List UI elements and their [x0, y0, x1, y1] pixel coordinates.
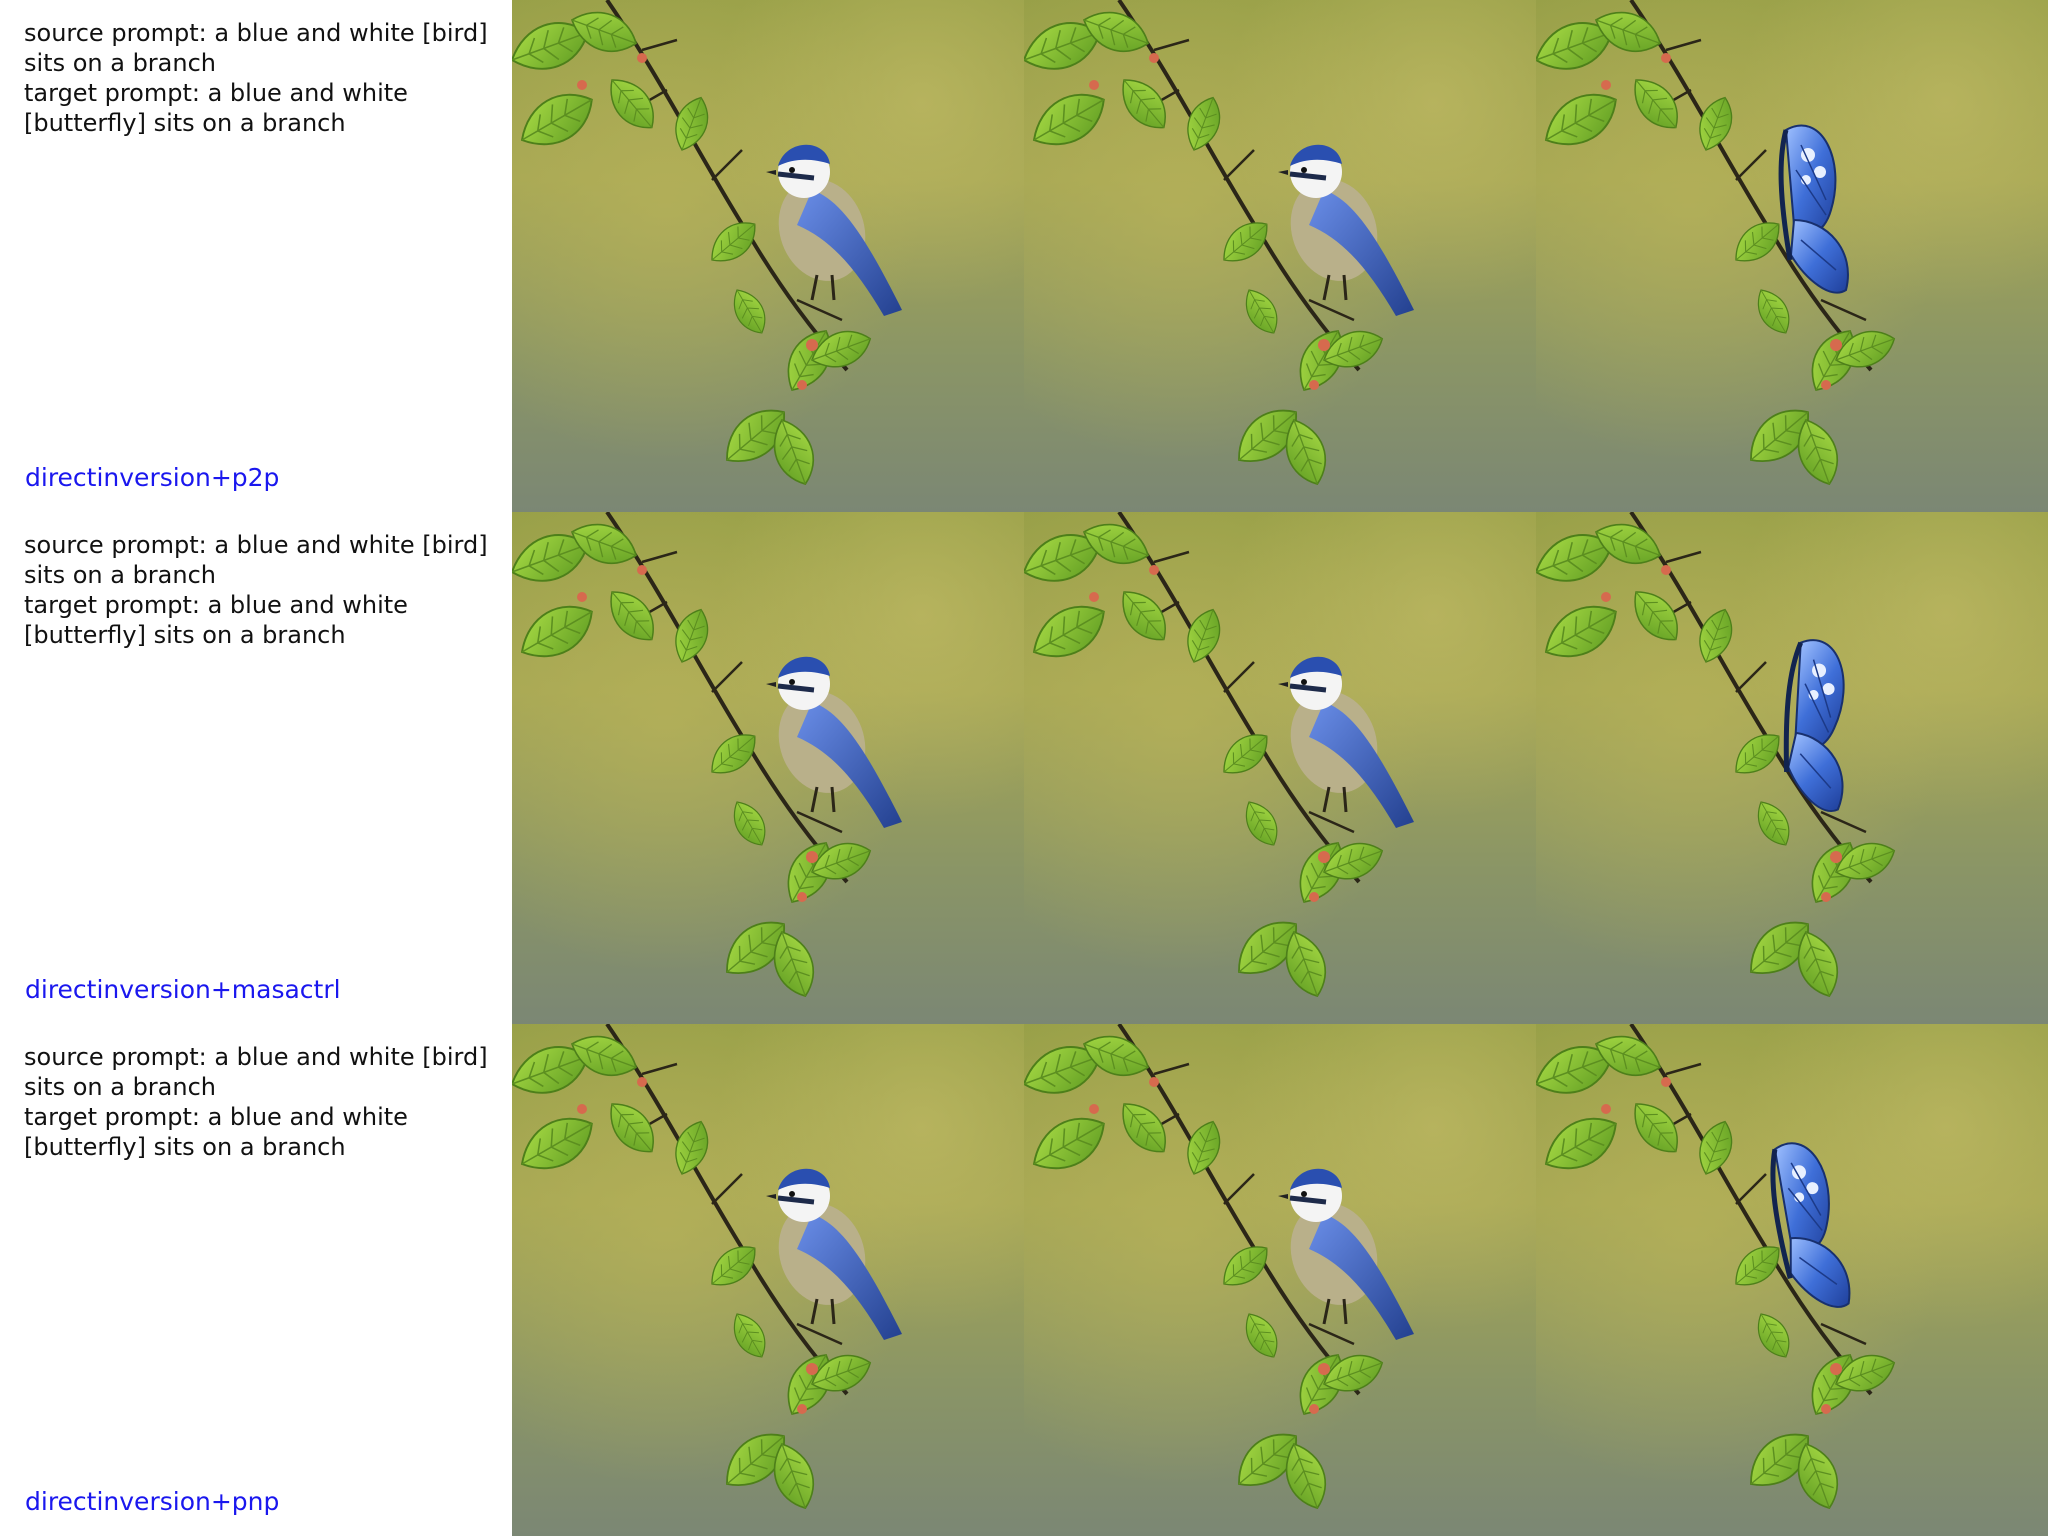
- target-prompt-line-1: target prompt: a blue and white: [24, 79, 408, 107]
- method-label: directinversion+p2p: [25, 463, 280, 492]
- source-image-panel: [512, 0, 1024, 512]
- prompt-text: source prompt: a blue and white [bird] s…: [24, 530, 512, 650]
- source-prompt-line-2: sits on a branch: [24, 1073, 216, 1101]
- comparison-row-masactrl: source prompt: a blue and white [bird] s…: [0, 512, 2048, 1024]
- source-prompt-line-1: source prompt: a blue and white [bird]: [24, 531, 488, 559]
- reconstruction-image-panel: [1024, 512, 1536, 1024]
- source-prompt-line-2: sits on a branch: [24, 49, 216, 77]
- caption-cell: source prompt: a blue and white [bird] s…: [0, 512, 512, 1024]
- source-prompt-line-1: source prompt: a blue and white [bird]: [24, 1043, 488, 1071]
- reconstruction-image-panel: [1024, 0, 1536, 512]
- prompt-text: source prompt: a blue and white [bird] s…: [24, 18, 512, 138]
- target-prompt-line-2: [butterfly] sits on a branch: [24, 1133, 346, 1161]
- comparison-row-p2p: source prompt: a blue and white [bird] s…: [0, 0, 2048, 512]
- method-label: directinversion+pnp: [25, 1487, 280, 1516]
- method-label: directinversion+masactrl: [25, 975, 341, 1004]
- edited-image-panel: [1536, 512, 2048, 1024]
- prompt-text: source prompt: a blue and white [bird] s…: [24, 1042, 512, 1162]
- target-prompt-line-2: [butterfly] sits on a branch: [24, 621, 346, 649]
- target-prompt-line-1: target prompt: a blue and white: [24, 591, 408, 619]
- target-prompt-line-2: [butterfly] sits on a branch: [24, 109, 346, 137]
- target-prompt-line-1: target prompt: a blue and white: [24, 1103, 408, 1131]
- edited-image-panel: [1536, 0, 2048, 512]
- reconstruction-image-panel: [1024, 1024, 1536, 1536]
- source-prompt-line-1: source prompt: a blue and white [bird]: [24, 19, 488, 47]
- source-image-panel: [512, 1024, 1024, 1536]
- caption-cell: source prompt: a blue and white [bird] s…: [0, 0, 512, 512]
- edited-image-panel: [1536, 1024, 2048, 1536]
- source-prompt-line-2: sits on a branch: [24, 561, 216, 589]
- comparison-row-pnp: source prompt: a blue and white [bird] s…: [0, 1024, 2048, 1536]
- source-image-panel: [512, 512, 1024, 1024]
- caption-cell: source prompt: a blue and white [bird] s…: [0, 1024, 512, 1536]
